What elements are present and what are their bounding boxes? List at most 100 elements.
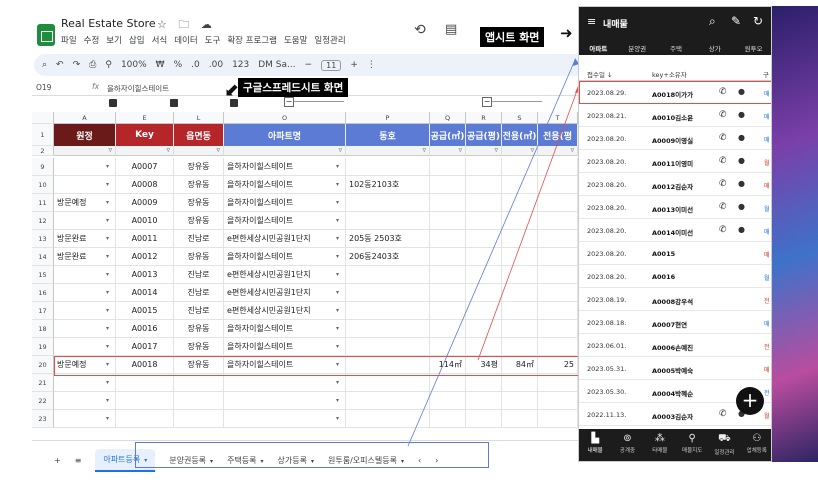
table-cell[interactable]: [224, 410, 346, 428]
table-cell[interactable]: [430, 194, 466, 212]
table-cell[interactable]: A0014: [116, 284, 174, 302]
table-cell[interactable]: [430, 158, 466, 176]
scroll-right-icon[interactable]: ›: [435, 456, 438, 465]
table-cell[interactable]: [538, 158, 578, 176]
header-cell[interactable]: 원정: [54, 124, 116, 146]
table-cell[interactable]: e편한세상시민공원1단지: [224, 302, 346, 320]
phone-icon[interactable]: ✆: [719, 87, 727, 97]
table-cell[interactable]: [502, 320, 538, 338]
row-number[interactable]: 15: [32, 266, 54, 284]
list-item[interactable]: 2023.08.20. A0014이미선 ✆ ● 매: [579, 219, 771, 242]
table-cell[interactable]: [430, 230, 466, 248]
table-cell[interactable]: [538, 320, 578, 338]
doc-title[interactable]: Real Estate Store: [61, 17, 156, 30]
table-cell[interactable]: [466, 194, 502, 212]
message-icon[interactable]: ●: [738, 156, 745, 165]
row-number[interactable]: 19: [32, 338, 54, 356]
row-number[interactable]: 22: [32, 392, 54, 410]
group-expand-icon[interactable]: [109, 99, 117, 107]
table-cell[interactable]: [466, 266, 502, 284]
table-cell[interactable]: A0013: [116, 266, 174, 284]
table-cell[interactable]: e편한세상시민공원1단지: [224, 284, 346, 302]
percent-button[interactable]: %: [174, 60, 183, 70]
nav-item[interactable]: ⁂ 타매물: [644, 429, 676, 461]
menu-item[interactable]: 삽입: [129, 34, 145, 48]
message-icon[interactable]: ●: [738, 133, 745, 142]
nav-item[interactable]: ⊚ 공계중: [611, 429, 643, 461]
row-number[interactable]: 18: [32, 320, 54, 338]
nav-item[interactable]: ▙ 내매물: [579, 429, 611, 461]
table-cell[interactable]: A0008: [116, 176, 174, 194]
table-cell[interactable]: [430, 284, 466, 302]
table-cell[interactable]: 84㎡: [502, 356, 538, 374]
table-cell[interactable]: [538, 230, 578, 248]
table-cell[interactable]: [502, 194, 538, 212]
table-cell[interactable]: [538, 302, 578, 320]
menu-item[interactable]: 보기: [106, 34, 122, 48]
name-box[interactable]: O19: [36, 83, 51, 92]
phone-icon[interactable]: ✆: [719, 179, 727, 189]
table-cell[interactable]: 장유동: [174, 176, 224, 194]
phone-icon[interactable]: ✆: [719, 225, 727, 235]
table-cell[interactable]: [538, 248, 578, 266]
print-icon[interactable]: ⎙: [89, 60, 96, 70]
row-number[interactable]: 23: [32, 410, 54, 428]
table-cell[interactable]: 진남로: [174, 284, 224, 302]
table-cell[interactable]: [430, 302, 466, 320]
row-number[interactable]: 13: [32, 230, 54, 248]
group-expand-icon[interactable]: [170, 99, 178, 107]
table-cell[interactable]: [174, 392, 224, 410]
row-number[interactable]: 12: [32, 212, 54, 230]
more-options-icon[interactable]: ⋮: [367, 60, 376, 70]
table-cell[interactable]: 을하자이힐스테이트: [224, 338, 346, 356]
row-number[interactable]: 14: [32, 248, 54, 266]
table-cell[interactable]: [116, 410, 174, 428]
menu-item[interactable]: 도움말: [284, 34, 307, 48]
row-number[interactable]: 10: [32, 176, 54, 194]
filter-icon[interactable]: ▿: [570, 146, 574, 154]
formula-input[interactable]: 을하자이힐스테이트: [107, 83, 169, 94]
group-collapse-icon[interactable]: −: [482, 97, 492, 107]
table-cell[interactable]: A0010: [116, 212, 174, 230]
filter-icon[interactable]: ▿: [108, 146, 112, 154]
row-number[interactable]: 17: [32, 302, 54, 320]
sheet-tab[interactable]: 주택등록 ▾: [227, 455, 263, 466]
format-123-button[interactable]: 123: [232, 60, 249, 70]
table-cell[interactable]: 진남로: [174, 302, 224, 320]
header-cell[interactable]: 공급(㎡): [430, 124, 466, 146]
message-icon[interactable]: ●: [738, 179, 745, 188]
table-cell[interactable]: [430, 320, 466, 338]
table-cell[interactable]: [502, 338, 538, 356]
menu-item[interactable]: 일정관리: [314, 34, 345, 48]
table-cell[interactable]: [430, 410, 466, 428]
list-item[interactable]: 2023.08.29. A0018이가가 ✆ ● 매: [579, 81, 771, 104]
table-cell[interactable]: [224, 374, 346, 392]
font-size-minus-button[interactable]: −: [305, 60, 313, 70]
table-cell[interactable]: 장유동: [174, 356, 224, 374]
table-cell[interactable]: [502, 284, 538, 302]
select-all-corner[interactable]: [32, 112, 54, 124]
filter-icon[interactable]: ▿: [458, 146, 462, 154]
table-cell[interactable]: [430, 248, 466, 266]
app-tab[interactable]: 원투오: [734, 43, 771, 57]
table-cell[interactable]: [502, 266, 538, 284]
message-icon[interactable]: ●: [738, 202, 745, 211]
table-cell[interactable]: A0009: [116, 194, 174, 212]
column-letter[interactable]: A: [54, 112, 116, 124]
nav-item[interactable]: ⚲ 매물지도: [676, 429, 708, 461]
table-cell[interactable]: [538, 266, 578, 284]
menu-item[interactable]: 서식: [152, 34, 168, 48]
sheet-tab[interactable]: 상가등록 ▾: [278, 455, 314, 466]
header-cell[interactable]: 읍면동: [174, 124, 224, 146]
table-cell[interactable]: [502, 392, 538, 410]
history-icon[interactable]: ⟲: [414, 22, 426, 38]
table-cell[interactable]: [538, 338, 578, 356]
app-tab[interactable]: 주택: [657, 43, 696, 57]
table-cell[interactable]: [538, 410, 578, 428]
scroll-left-icon[interactable]: ‹: [418, 456, 421, 465]
filter-icon[interactable]: ▿: [494, 146, 498, 154]
table-cell[interactable]: [430, 266, 466, 284]
table-cell[interactable]: [538, 374, 578, 392]
list-item[interactable]: 2023.08.20. A0011이영미 ✆ ● 월: [579, 150, 771, 173]
list-item[interactable]: 2023.06.01. A0006손예진 전: [579, 334, 771, 357]
